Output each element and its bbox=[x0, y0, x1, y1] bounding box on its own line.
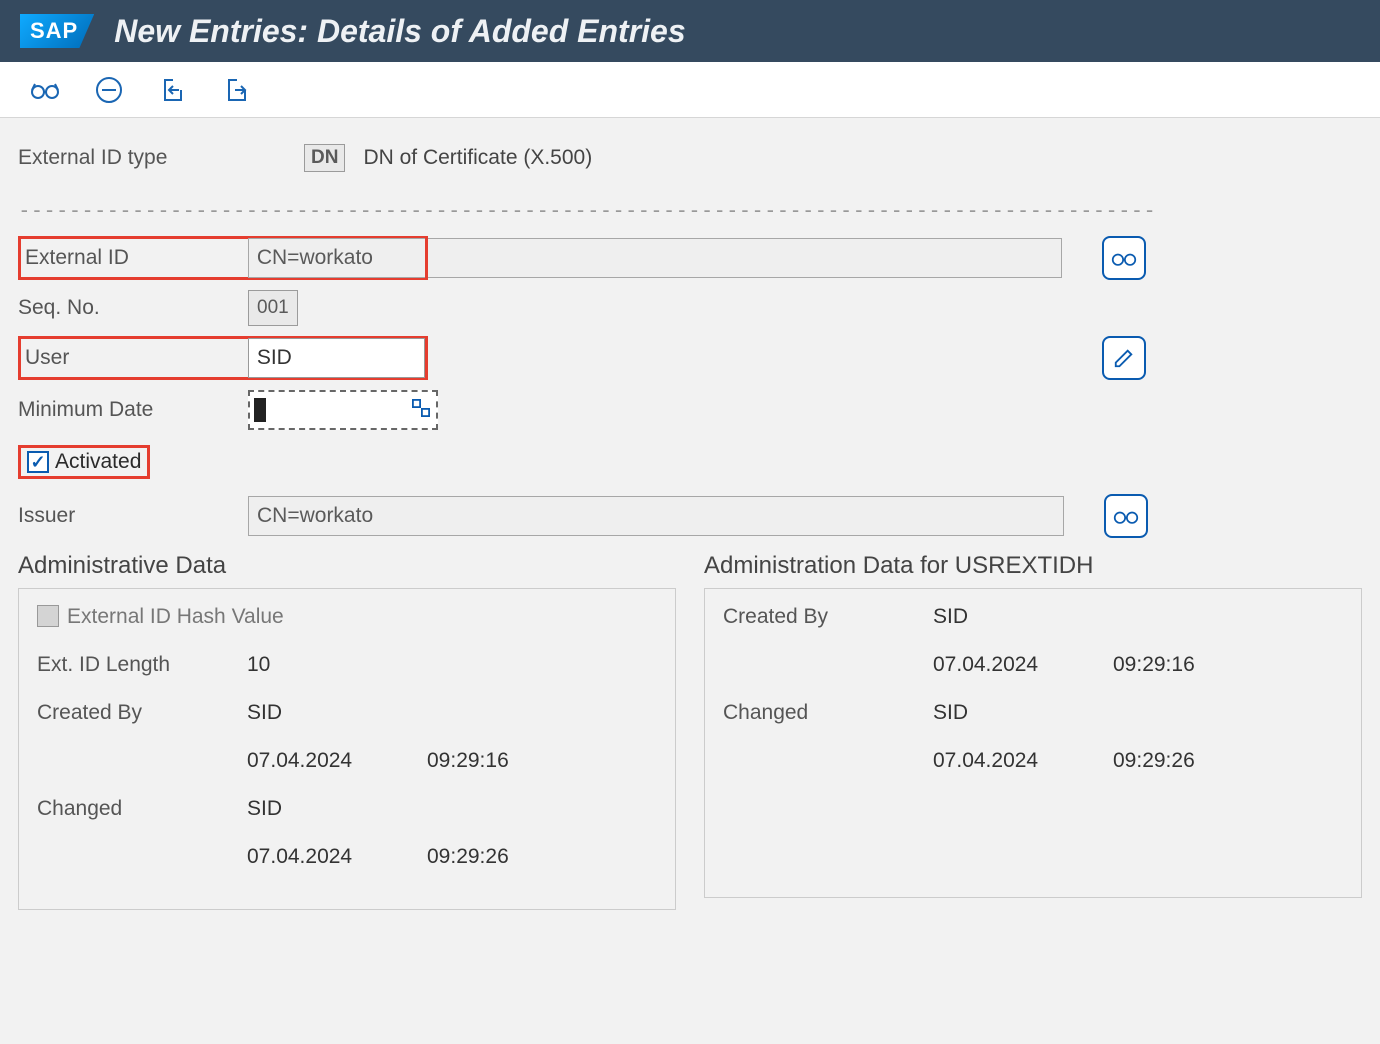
external-id-value-box: CN=workato bbox=[248, 238, 425, 278]
row-issuer: Issuer CN=workato bbox=[18, 494, 1362, 538]
user-label: User bbox=[21, 346, 248, 370]
dn-badge: DN bbox=[304, 144, 345, 172]
activated-highlight: ✓ Activated bbox=[18, 445, 150, 479]
issuer-detail-button[interactable] bbox=[1104, 494, 1148, 538]
changed-value: SID bbox=[247, 797, 427, 829]
created-time: 09:29:16 bbox=[427, 749, 509, 781]
user-highlight: User SID bbox=[18, 336, 428, 380]
value-help-icon[interactable] bbox=[412, 399, 430, 422]
dn-description: DN of Certificate (X.500) bbox=[363, 146, 592, 170]
toolbar bbox=[0, 62, 1380, 118]
row-user: User SID bbox=[18, 336, 1362, 380]
admin-data-title: Administrative Data bbox=[18, 552, 676, 580]
issuer-label: Issuer bbox=[18, 504, 248, 528]
glasses-icon[interactable] bbox=[28, 73, 62, 107]
usr-created-by-label: Created By bbox=[723, 605, 933, 637]
groups-container: Administrative Data External ID Hash Val… bbox=[18, 552, 1362, 910]
user-input[interactable]: SID bbox=[248, 338, 425, 378]
ext-id-length-value: 10 bbox=[247, 653, 427, 685]
user-value: SID bbox=[257, 346, 292, 370]
issuer-value: CN=workato bbox=[257, 504, 373, 528]
created-date: 07.04.2024 bbox=[247, 749, 427, 781]
external-id-label: External ID bbox=[21, 246, 248, 270]
external-id-highlight: External ID CN=workato bbox=[18, 236, 428, 280]
usr-created-time: 09:29:16 bbox=[1113, 653, 1195, 685]
external-id-field-extension[interactable] bbox=[428, 238, 1062, 278]
ext-hash-checkbox[interactable] bbox=[37, 605, 59, 627]
usr-created-date: 07.04.2024 bbox=[933, 653, 1113, 685]
user-edit-button[interactable] bbox=[1102, 336, 1146, 380]
issuer-field[interactable]: CN=workato bbox=[248, 496, 1064, 536]
changed-time: 09:29:26 bbox=[427, 845, 509, 877]
admin-data-usr-group: Administration Data for USREXTIDH Create… bbox=[704, 552, 1362, 910]
export-icon[interactable] bbox=[220, 73, 254, 107]
content-area: External ID type DN DN of Certificate (X… bbox=[0, 118, 1380, 928]
sap-logo: SAP bbox=[20, 14, 94, 48]
row-external-id-type: External ID type DN DN of Certificate (X… bbox=[18, 136, 1362, 180]
separator: ----------------------------------------… bbox=[18, 194, 1362, 236]
titlebar: SAP New Entries: Details of Added Entrie… bbox=[0, 0, 1380, 62]
usr-changed-date: 07.04.2024 bbox=[933, 749, 1113, 781]
usr-changed-time: 09:29:26 bbox=[1113, 749, 1195, 781]
min-date-input[interactable] bbox=[248, 390, 438, 430]
external-id-value: CN=workato bbox=[257, 246, 373, 270]
row-seq-no: Seq. No. 001 bbox=[18, 286, 1362, 330]
usr-changed-label: Changed bbox=[723, 701, 933, 733]
created-by-value: SID bbox=[247, 701, 427, 733]
seq-no-label: Seq. No. bbox=[18, 296, 248, 320]
admin-data-box: External ID Hash Value Ext. ID Length 10… bbox=[18, 588, 676, 910]
text-cursor bbox=[254, 398, 266, 422]
activated-label: Activated bbox=[55, 450, 141, 474]
created-by-label: Created By bbox=[37, 701, 247, 733]
usr-changed-value: SID bbox=[933, 701, 1113, 733]
admin-data-usr-box: Created By SID 07.04.2024 09:29:16 Chang… bbox=[704, 588, 1362, 898]
usr-created-by-value: SID bbox=[933, 605, 1113, 637]
changed-label: Changed bbox=[37, 797, 247, 829]
row-external-id: External ID CN=workato bbox=[18, 236, 1362, 280]
ext-hash-label: External ID Hash Value bbox=[67, 605, 284, 637]
ext-id-length-label: Ext. ID Length bbox=[37, 653, 247, 685]
admin-data-group: Administrative Data External ID Hash Val… bbox=[18, 552, 676, 910]
import-icon[interactable] bbox=[156, 73, 190, 107]
min-date-label: Minimum Date bbox=[18, 398, 248, 422]
minus-circle-icon[interactable] bbox=[92, 73, 126, 107]
row-activated: ✓ Activated bbox=[18, 440, 1362, 484]
row-min-date: Minimum Date bbox=[18, 388, 1362, 432]
admin-data-usr-title: Administration Data for USREXTIDH bbox=[704, 552, 1362, 580]
external-id-detail-button[interactable] bbox=[1102, 236, 1146, 280]
external-id-type-label: External ID type bbox=[18, 146, 304, 170]
changed-date: 07.04.2024 bbox=[247, 845, 427, 877]
activated-checkbox[interactable]: ✓ bbox=[27, 451, 49, 473]
seq-no-value: 001 bbox=[248, 290, 298, 326]
page-title: New Entries: Details of Added Entries bbox=[114, 13, 685, 50]
